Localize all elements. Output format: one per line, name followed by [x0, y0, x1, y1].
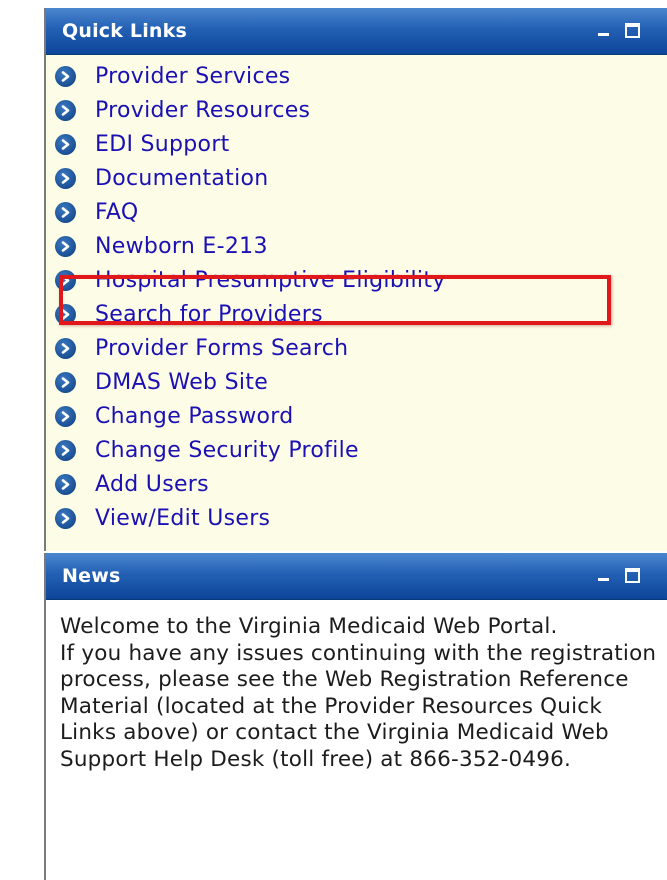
quick-link-dmas-web-site[interactable]: DMAS Web Site	[46, 365, 667, 399]
quick-link-change-password[interactable]: Change Password	[46, 399, 667, 433]
quick-link-label[interactable]: Hospital Presumptive Eligibility	[95, 268, 446, 293]
quick-link-label[interactable]: View/Edit Users	[95, 506, 270, 531]
quick-link-label[interactable]: DMAS Web Site	[95, 370, 268, 395]
news-body: Welcome to the Virginia Medicaid Web Por…	[46, 600, 667, 880]
quick-link-provider-forms-search[interactable]: Provider Forms Search	[46, 331, 667, 365]
quick-link-label[interactable]: Newborn E-213	[95, 234, 268, 259]
quick-link-edi-support[interactable]: EDI Support	[46, 127, 667, 161]
arrow-circle-icon	[55, 303, 76, 325]
quick-link-search-for-providers[interactable]: Search for Providers	[46, 297, 667, 331]
quick-link-view-edit-users[interactable]: View/Edit Users	[46, 501, 667, 535]
arrow-circle-icon	[55, 167, 76, 189]
arrow-circle-icon	[55, 201, 76, 223]
quick-links-list: Provider Services Provider Resources EDI S…	[46, 55, 667, 551]
news-support-text: If you have any issues continuing with t…	[60, 640, 657, 772]
quick-link-documentation[interactable]: Documentation	[46, 161, 667, 195]
maximize-icon[interactable]	[625, 23, 640, 38]
quick-link-provider-services[interactable]: Provider Services	[46, 59, 667, 93]
quick-link-hospital-presumptive-eligibility[interactable]: Hospital Presumptive Eligibility	[46, 263, 667, 297]
quick-link-faq[interactable]: FAQ	[46, 195, 667, 229]
arrow-circle-icon	[55, 405, 76, 427]
quick-links-panel: Quick Links Provider Services Provider Re…	[44, 8, 667, 551]
quick-link-label[interactable]: Add Users	[95, 472, 209, 497]
arrow-circle-icon	[55, 371, 76, 393]
quick-link-label[interactable]: EDI Support	[95, 132, 230, 157]
minimize-icon[interactable]	[596, 567, 612, 583]
arrow-circle-icon	[55, 235, 76, 257]
arrow-circle-icon	[55, 65, 76, 87]
quick-links-title: Quick Links	[62, 20, 187, 42]
arrow-circle-icon	[55, 439, 76, 461]
arrow-circle-icon	[55, 269, 76, 291]
arrow-circle-icon	[55, 133, 76, 155]
arrow-circle-icon	[55, 473, 76, 495]
quick-link-label[interactable]: Documentation	[95, 166, 269, 191]
arrow-circle-icon	[55, 337, 76, 359]
quick-link-label[interactable]: Provider Forms Search	[95, 336, 348, 361]
quick-link-label[interactable]: Change Security Profile	[95, 438, 359, 463]
news-title: News	[62, 565, 121, 587]
quick-link-change-security-profile[interactable]: Change Security Profile	[46, 433, 667, 467]
quick-link-newborn-e213[interactable]: Newborn E-213	[46, 229, 667, 263]
quick-link-add-users[interactable]: Add Users	[46, 467, 667, 501]
quick-link-label[interactable]: FAQ	[95, 200, 139, 225]
minimize-icon[interactable]	[596, 22, 612, 38]
quick-link-label[interactable]: Provider Resources	[95, 98, 310, 123]
quick-links-header: Quick Links	[46, 8, 667, 55]
quick-link-label[interactable]: Search for Providers	[95, 302, 323, 327]
maximize-icon[interactable]	[625, 568, 640, 583]
arrow-circle-icon	[55, 507, 76, 529]
news-header: News	[46, 553, 667, 600]
quick-link-provider-resources[interactable]: Provider Resources	[46, 93, 667, 127]
quick-link-label[interactable]: Provider Services	[95, 64, 290, 89]
arrow-circle-icon	[55, 99, 76, 121]
quick-link-label[interactable]: Change Password	[95, 404, 293, 429]
news-panel: News Welcome to the Virginia Medicaid We…	[44, 553, 667, 880]
news-welcome-text: Welcome to the Virginia Medicaid Web Por…	[60, 614, 558, 639]
